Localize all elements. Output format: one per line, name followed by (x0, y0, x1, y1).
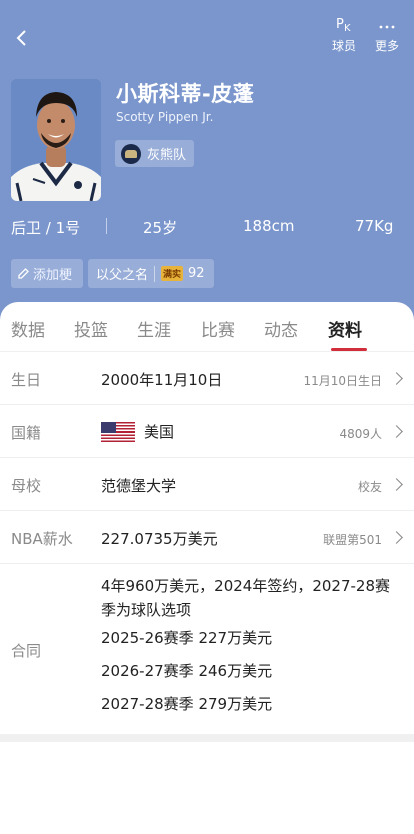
school-value: 范德堡大学 (101, 477, 177, 495)
school-extra: 校友 (357, 480, 382, 494)
tab-stats[interactable]: 数据 (11, 316, 45, 341)
player-pk-label: 球员 (331, 39, 356, 53)
birthday-extra: 11月10日生日 (303, 374, 382, 388)
row-birthday[interactable]: 生日 2000年11月10日 11月10日生日 (0, 352, 414, 405)
nickname-separator (154, 265, 156, 282)
team-name: 灰熊队 (147, 148, 187, 163)
row-nationality[interactable]: 国籍 美国 4809人 (0, 405, 414, 458)
chevron-right-icon (390, 478, 403, 491)
add-nickname-label: 添加梗 (33, 268, 73, 283)
pk-icon: PK (336, 17, 351, 34)
player-photo (11, 79, 101, 201)
nationality-text: 美国 (144, 423, 175, 441)
birthday-label: 生日 (11, 371, 42, 389)
height: 188cm (243, 217, 295, 235)
salary-value: 227.0735万美元 (101, 530, 218, 548)
tab-shooting[interactable]: 投篮 (74, 316, 108, 341)
age: 25岁 (143, 219, 178, 237)
position-number: 后卫 / 1号 (11, 219, 81, 237)
back-button[interactable] (8, 22, 36, 54)
nationality-value: 美国 (101, 421, 174, 442)
contract-season-line: 2026-27赛季 246万美元 (101, 662, 273, 680)
salary-extra: 联盟第501 (323, 533, 382, 547)
add-nickname-button[interactable]: 添加梗 (11, 259, 83, 288)
tab-career[interactable]: 生涯 (137, 316, 171, 341)
contract-label: 合同 (11, 642, 42, 660)
school-label: 母校 (11, 477, 42, 495)
nationality-extra: 4809人 (339, 427, 382, 441)
tab-profile[interactable]: 资料 (328, 316, 362, 341)
chevron-right-icon (390, 425, 403, 438)
nickname-text: 以父之名 (96, 268, 149, 283)
birthday-value: 2000年11月10日 (101, 371, 223, 389)
back-arrow-icon (16, 30, 26, 46)
team-chip[interactable]: 灰熊队 (115, 140, 195, 167)
contract-details: 4年960万美元，2024年签约，2027-28赛季为球队选项 2025-26赛… (101, 574, 401, 725)
row-salary[interactable]: NBA薪水 227.0735万美元 联盟第501 (0, 511, 414, 564)
us-flag-icon (101, 421, 135, 442)
contract-season-line: 2025-26赛季 227万美元 (101, 629, 273, 647)
tab-bar: 数据 投篮 生涯 比赛 动态 资料 (0, 302, 414, 352)
chevron-right-icon (390, 531, 403, 544)
player-avatar (11, 79, 101, 201)
pencil-icon (18, 268, 29, 279)
player-name-cn: 小斯科蒂-皮蓬 (116, 82, 255, 106)
section-divider (0, 734, 414, 742)
contract-summary: 4年960万美元，2024年签约，2027-28赛季为球队选项 (101, 577, 391, 619)
contract-season-line: 2027-28赛季 279万美元 (101, 695, 273, 713)
weight: 77Kg (355, 217, 394, 235)
row-school[interactable]: 母校 范德堡大学 校友 (0, 458, 414, 511)
nationality-label: 国籍 (11, 424, 42, 442)
tab-news[interactable]: 动态 (264, 316, 298, 341)
stats-divider (106, 218, 107, 234)
nickname-count: 92 (188, 266, 205, 281)
player-stats-bar: 后卫 / 1号 25岁 188cm 77Kg (0, 212, 414, 240)
row-contract: 合同 4年960万美元，2024年签约，2027-28赛季为球队选项 2025-… (0, 564, 414, 732)
more-label: 更多 (374, 39, 399, 53)
chevron-right-icon (390, 372, 403, 385)
player-header: PK 球员 更多 小斯科蒂-皮蓬 Scotty Pippen Jr. 灰熊队 后… (0, 0, 414, 330)
player-pk-button[interactable]: PK 球员 (322, 16, 366, 60)
more-dots-icon (379, 25, 395, 29)
fire-badge-icon: 满实 (161, 266, 184, 281)
more-button[interactable]: 更多 (365, 16, 409, 60)
profile-content: 数据 投篮 生涯 比赛 动态 资料 生日 2000年11月10日 11月10日生… (0, 302, 414, 742)
grizzlies-logo-icon (121, 143, 141, 164)
tab-games[interactable]: 比赛 (201, 316, 235, 341)
nickname-tag[interactable]: 以父之名 满实 92 (88, 259, 214, 288)
salary-label: NBA薪水 (11, 530, 73, 548)
player-name-en: Scotty Pippen Jr. (116, 110, 214, 124)
active-tab-indicator (331, 348, 367, 351)
